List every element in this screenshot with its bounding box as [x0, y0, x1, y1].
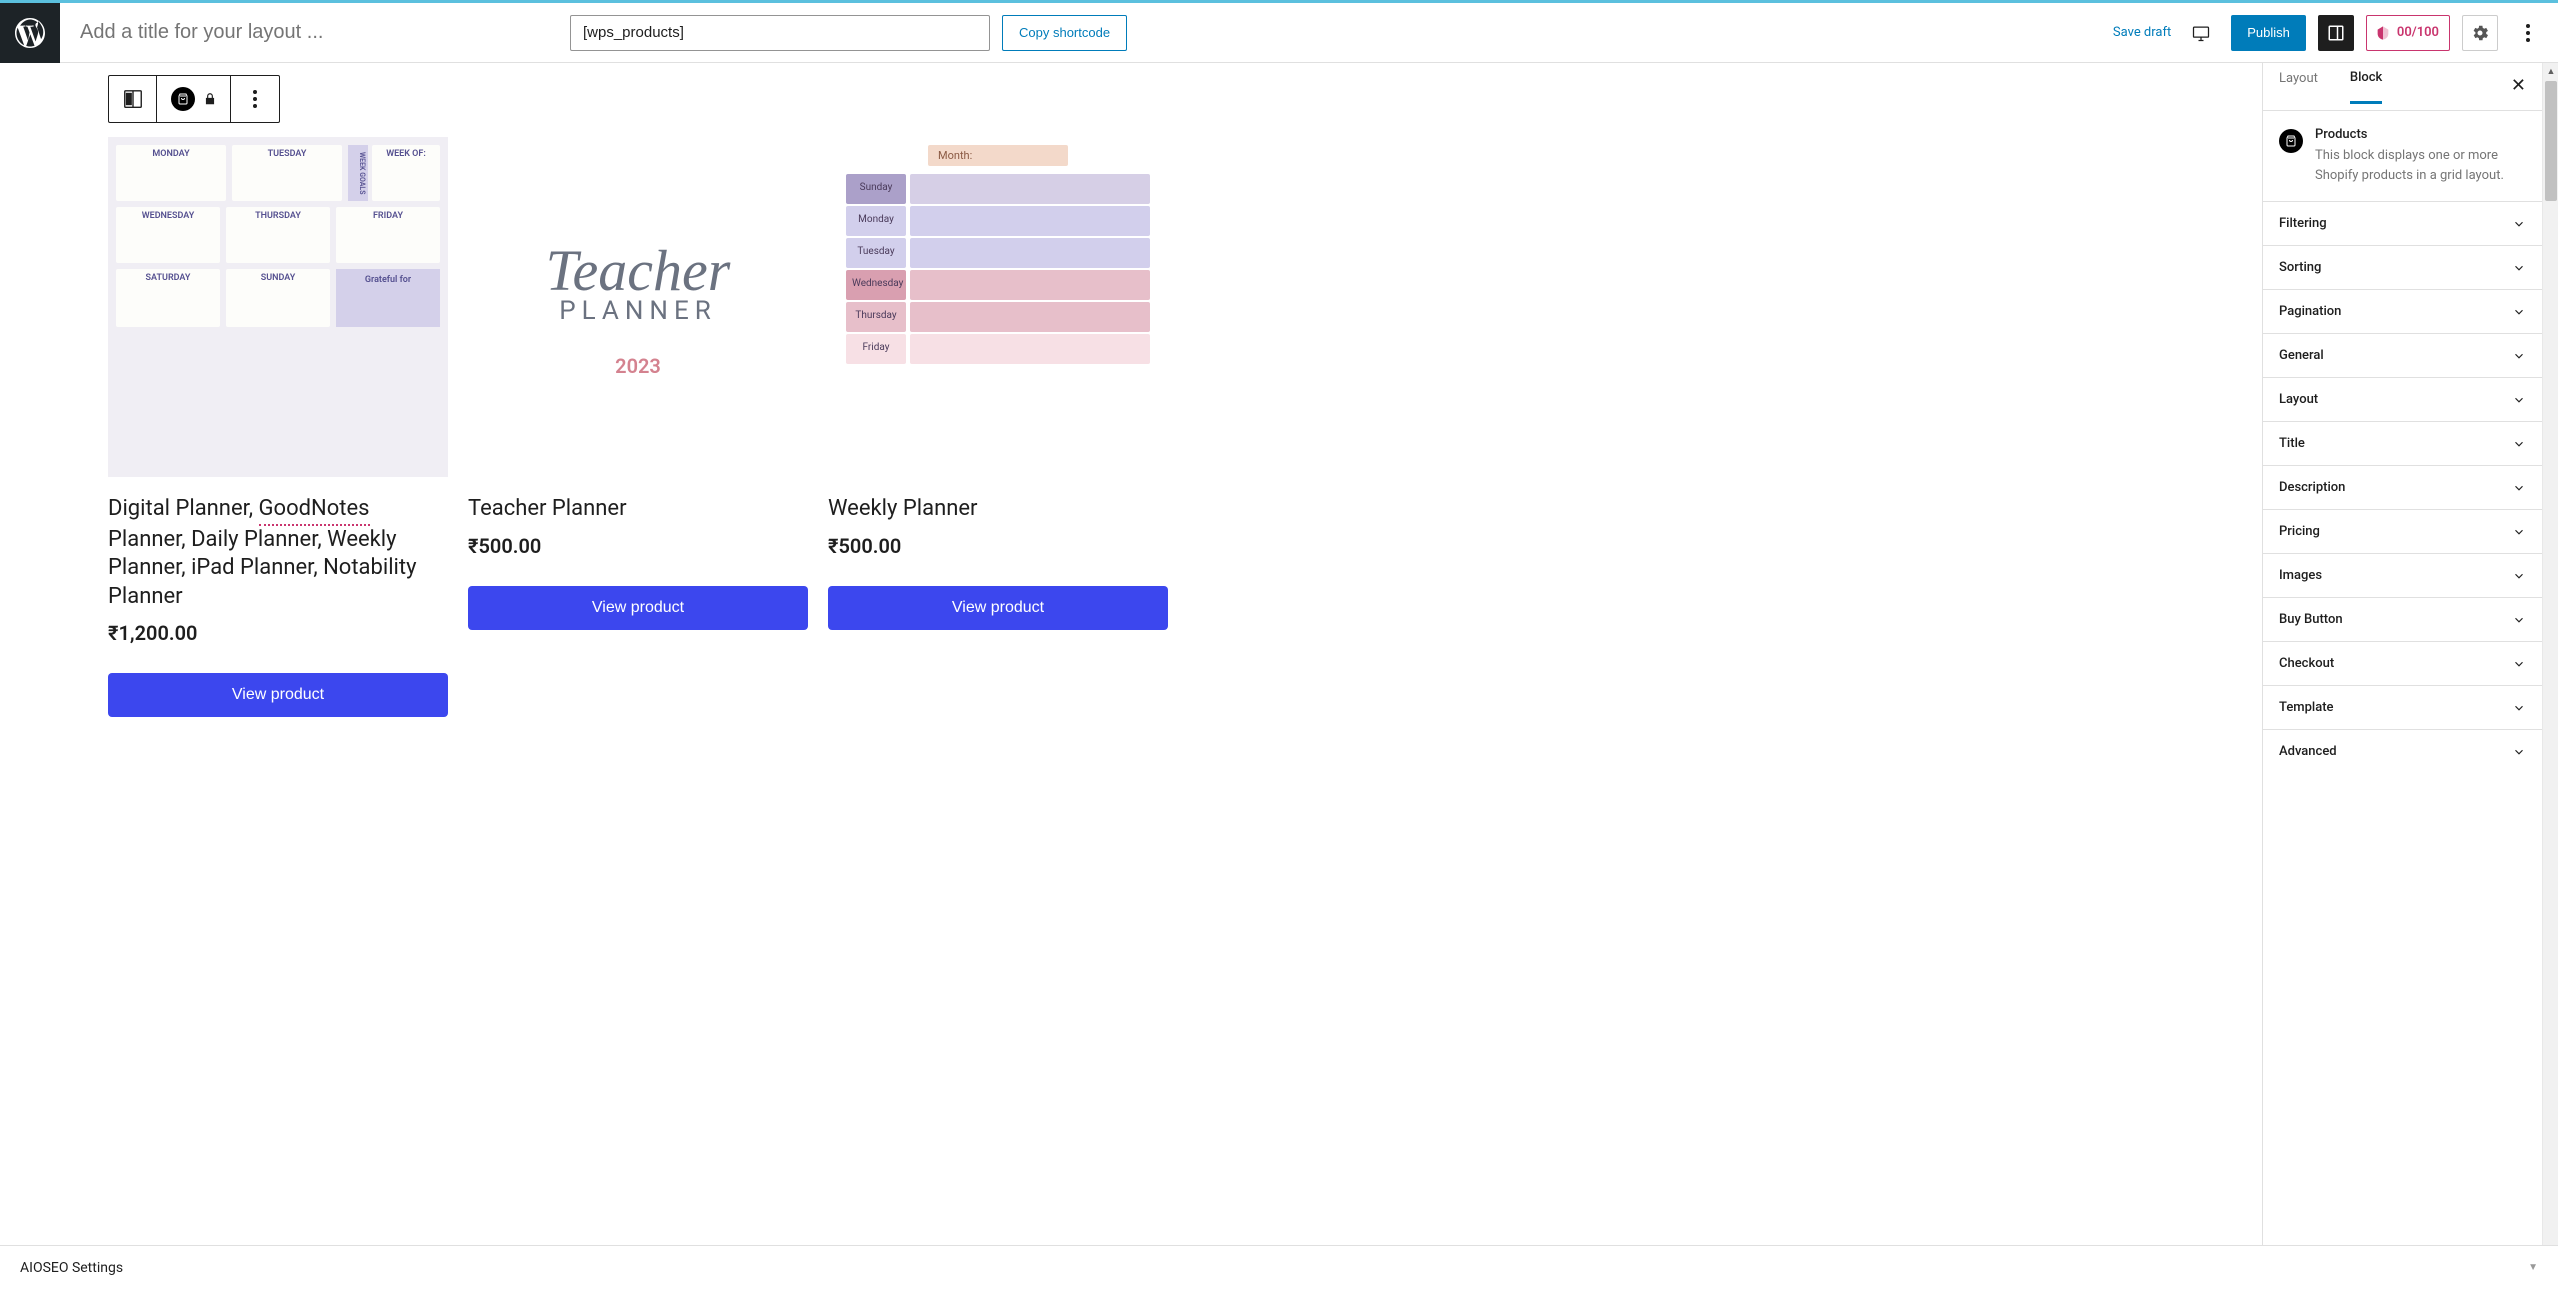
product-price: ₹1,200.00: [108, 621, 448, 645]
tab-block[interactable]: Block: [2350, 70, 2382, 104]
product-price: ₹500.00: [468, 534, 808, 558]
panel-title[interactable]: Title: [2263, 421, 2542, 465]
panel-description[interactable]: Description: [2263, 465, 2542, 509]
chevron-down-icon: [2512, 569, 2526, 583]
panel-general[interactable]: General: [2263, 333, 2542, 377]
view-product-button[interactable]: View product: [828, 586, 1168, 630]
product-card: Month: SundayMondayTuesdayWednesdayThurs…: [828, 137, 1168, 717]
panel-filtering[interactable]: Filtering: [2263, 201, 2542, 245]
product-title: Teacher Planner: [468, 495, 808, 524]
lock-icon[interactable]: [203, 92, 217, 106]
layout-title-input[interactable]: [80, 21, 550, 44]
panel-pricing[interactable]: Pricing: [2263, 509, 2542, 553]
copy-shortcode-button[interactable]: Copy shortcode: [1002, 15, 1127, 51]
chevron-down-icon: [2512, 349, 2526, 363]
block-type-icon[interactable]: [109, 76, 157, 122]
product-image: MONDAY TUESDAY WEEK GOALS WEEK OF: WEDNE…: [108, 137, 448, 477]
seo-score-badge[interactable]: 00/100: [2366, 15, 2450, 51]
product-title: Digital Planner, GoodNotes Planner, Dail…: [108, 495, 448, 611]
chevron-down-icon: [2512, 745, 2526, 759]
panel-advanced[interactable]: Advanced: [2263, 729, 2542, 773]
products-block-icon[interactable]: [171, 87, 195, 111]
products-grid: MONDAY TUESDAY WEEK GOALS WEEK OF: WEDNE…: [0, 123, 2262, 757]
save-draft-button[interactable]: Save draft: [2113, 25, 2171, 40]
panel-pagination[interactable]: Pagination: [2263, 289, 2542, 333]
panel-checkout[interactable]: Checkout: [2263, 641, 2542, 685]
footer-panel[interactable]: AIOSEO Settings ▼: [0, 1245, 2558, 1289]
close-sidebar-icon[interactable]: ✕: [2511, 75, 2526, 96]
aioseo-settings-icon[interactable]: [2462, 15, 2498, 51]
chevron-down-icon: [2512, 525, 2526, 539]
product-image: Teacher PLANNER 2023: [468, 137, 808, 477]
panel-sorting[interactable]: Sorting: [2263, 245, 2542, 289]
block-info-description: This block displays one or more Shopify …: [2315, 146, 2526, 185]
chevron-down-icon: [2512, 437, 2526, 451]
chevron-down-icon: [2512, 305, 2526, 319]
product-card: MONDAY TUESDAY WEEK GOALS WEEK OF: WEDNE…: [108, 137, 448, 717]
view-product-button[interactable]: View product: [108, 673, 448, 717]
chevron-down-icon: [2512, 657, 2526, 671]
more-options-icon[interactable]: [2510, 15, 2546, 51]
block-toolbar: [108, 75, 280, 123]
editor-header: Copy shortcode Save draft Publish 00/100: [0, 3, 2558, 63]
products-block-icon: [2279, 129, 2303, 153]
chevron-down-icon: [2512, 481, 2526, 495]
block-info: Products This block displays one or more…: [2263, 111, 2542, 201]
panel-images[interactable]: Images: [2263, 553, 2542, 597]
panel-layout[interactable]: Layout: [2263, 377, 2542, 421]
settings-sidebar-toggle-icon[interactable]: [2318, 15, 2354, 51]
footer-title: AIOSEO Settings: [20, 1260, 123, 1276]
panel-template[interactable]: Template: [2263, 685, 2542, 729]
product-title: Weekly Planner: [828, 495, 1168, 524]
scrollbar[interactable]: ▲: [2542, 63, 2558, 1245]
product-image: Month: SundayMondayTuesdayWednesdayThurs…: [828, 137, 1168, 477]
chevron-down-icon: [2512, 613, 2526, 627]
block-more-icon[interactable]: [231, 76, 279, 122]
product-price: ₹500.00: [828, 534, 1168, 558]
editor-canvas[interactable]: MONDAY TUESDAY WEEK GOALS WEEK OF: WEDNE…: [0, 63, 2262, 1245]
block-info-title: Products: [2315, 127, 2526, 142]
product-card: Teacher PLANNER 2023 Teacher Planner ₹50…: [468, 137, 808, 717]
chevron-down-icon: [2512, 701, 2526, 715]
tab-layout[interactable]: Layout: [2279, 71, 2318, 102]
wordpress-logo[interactable]: [0, 3, 60, 63]
chevron-down-icon: [2512, 393, 2526, 407]
settings-sidebar: 1 Layout Block ✕ Products This block dis…: [2262, 63, 2542, 1245]
publish-button[interactable]: Publish: [2231, 15, 2306, 51]
shortcode-input[interactable]: [570, 15, 990, 51]
view-product-button[interactable]: View product: [468, 586, 808, 630]
chevron-down-icon: [2512, 217, 2526, 231]
seo-icon: [2375, 25, 2391, 41]
panel-buy-button[interactable]: Buy Button: [2263, 597, 2542, 641]
chevron-down-icon: ▼: [2528, 1262, 2538, 1273]
preview-icon[interactable]: [2183, 15, 2219, 51]
chevron-down-icon: [2512, 261, 2526, 275]
